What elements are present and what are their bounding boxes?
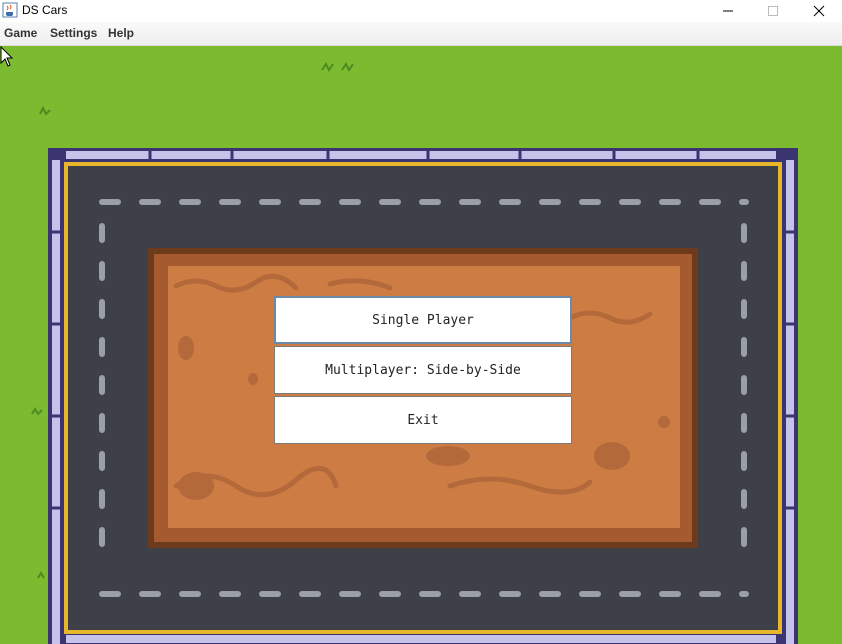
menu-bar: Game Settings Help (0, 22, 842, 46)
title-bar: DS Cars (0, 0, 842, 22)
mouse-cursor-icon (0, 46, 14, 67)
stone-rail-top (48, 148, 798, 162)
stone-rail-left (48, 148, 64, 644)
maximize-icon (768, 6, 778, 16)
multiplayer-label: Multiplayer: Side-by-Side (325, 362, 521, 378)
exit-button[interactable]: Exit (274, 396, 572, 444)
minimize-icon (723, 10, 733, 12)
stone-rail-right (782, 148, 798, 644)
game-canvas: Single Player Multiplayer: Side-by-Side … (0, 46, 842, 644)
close-button[interactable] (796, 0, 842, 22)
menu-game[interactable]: Game (4, 26, 37, 40)
single-player-button[interactable]: Single Player (274, 296, 572, 344)
menu-settings[interactable]: Settings (50, 26, 97, 40)
minimize-button[interactable] (705, 0, 751, 22)
maximize-button[interactable] (750, 0, 796, 22)
race-track-illustration (31, 62, 798, 644)
exit-label: Exit (407, 412, 439, 428)
close-icon (813, 5, 825, 17)
window-title: DS Cars (22, 3, 68, 17)
java-cup-icon (2, 2, 18, 18)
single-player-label: Single Player (372, 312, 474, 328)
multiplayer-side-by-side-button[interactable]: Multiplayer: Side-by-Side (274, 346, 572, 394)
menu-help[interactable]: Help (108, 26, 134, 40)
